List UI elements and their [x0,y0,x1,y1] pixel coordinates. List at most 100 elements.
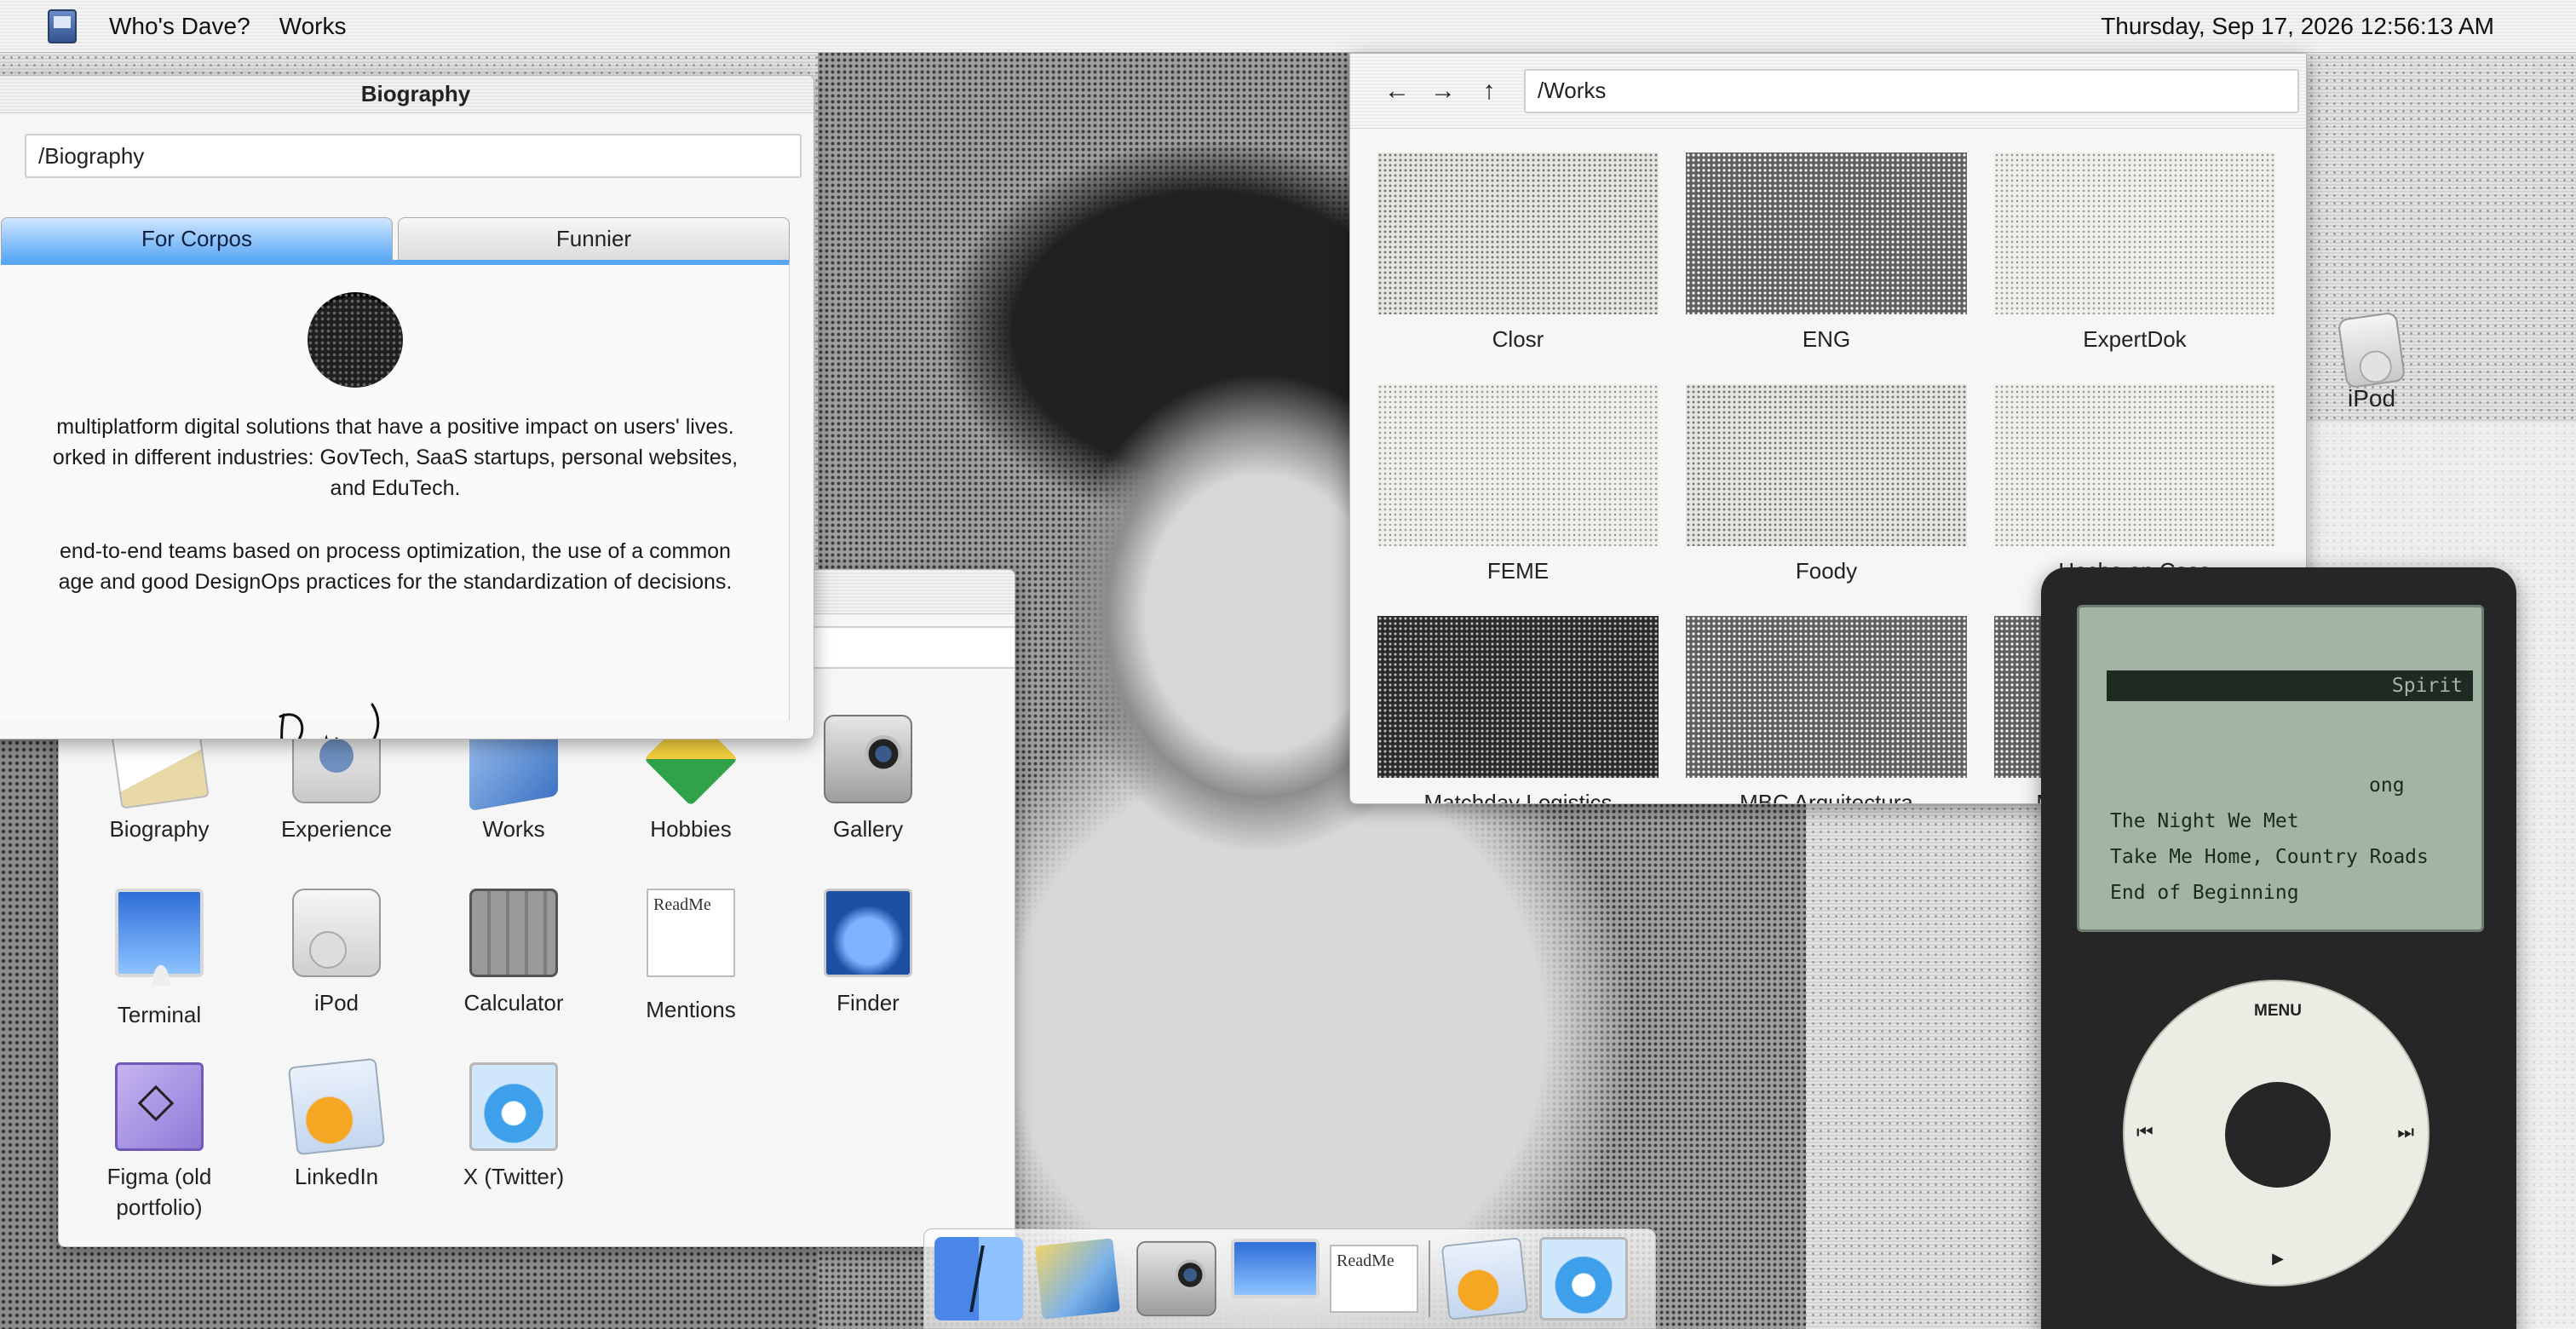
work-thumbnail [1377,616,1659,778]
app-label: Mentions [646,997,736,1022]
biography-tabs: For Corpos Funnier [1,217,790,260]
work-item-eng[interactable]: ENG [1686,152,1967,353]
biography-tab-panel: multiplatform digital solutions that hav… [1,260,790,739]
terminal-icon [115,889,204,986]
biography-titlebar[interactable]: Biography [0,76,814,113]
app-linkedin[interactable]: LinkedIn [248,1057,425,1192]
app-label: Biography [109,816,210,842]
menu-clock: Thursday, Sep 17, 2026 12:56:13 AM [2101,12,2494,39]
tab-funnier[interactable]: Funnier [398,217,790,260]
camera-icon[interactable] [1136,1240,1216,1317]
work-label: ENG [1802,326,1851,352]
ipod-icon [2337,311,2406,389]
app-calculator[interactable]: Calculator [425,889,602,1018]
app-label: Calculator [463,990,564,1015]
menu-whos-dave[interactable]: Who's Dave? [109,13,250,40]
up-arrow-icon[interactable]: ↑ [1466,77,1512,106]
readme-icon[interactable] [1330,1245,1418,1313]
dock [923,1228,1656,1329]
ipod-icon [292,889,381,977]
work-label: Matchday Logistics [1423,790,1613,804]
work-item-closr[interactable]: Closr [1377,152,1659,353]
app-label: Terminal [117,1002,202,1027]
work-item-foody[interactable]: Foody [1686,384,1967,584]
app-label: Gallery [832,816,904,842]
next-track-icon[interactable]: ⏭ [2397,1121,2414,1143]
tab-for-corpos[interactable]: For Corpos [1,217,393,260]
app-ipod[interactable]: iPod [248,889,425,1018]
bio-line: age and good DesignOps practices for the… [58,570,733,594]
work-thumbnail [1686,384,1967,546]
bio-line: orked in different industries: GovTech, … [52,446,739,469]
app-label: X (Twitter) [463,1164,565,1189]
linkedin-icon[interactable] [1440,1237,1529,1320]
twitter-icon [469,1062,558,1151]
work-thumbnail [1686,152,1967,314]
gallery-icon [824,715,912,803]
work-thumbnail [1377,384,1659,546]
play-pause-icon[interactable]: ▶ [2125,1250,2431,1268]
ipod-center-button[interactable] [2225,1082,2331,1188]
work-label: MBC Arquitectura [1739,790,1913,804]
app-x-twitter[interactable]: X (Twitter) [425,1062,602,1192]
signature-image [279,703,380,739]
app-label: Experience [280,816,393,842]
previous-track-icon[interactable]: ⏮ [2136,1121,2153,1143]
desktop-icon-label: iPod [2347,385,2396,411]
biography-path-field[interactable]: /Biography [25,134,802,178]
menu-works[interactable]: Works [279,13,347,40]
window-title: Biography [360,81,471,106]
ipod-selected-song[interactable]: Spirit [2107,670,2473,701]
ipod-click-wheel[interactable]: MENU ⏮ ⏭ ▶ [2123,980,2429,1286]
finder-icon [824,889,912,977]
app-terminal[interactable]: Terminal [71,889,248,1030]
works-path-field[interactable]: /Works [1524,68,2299,113]
biography-window: Biography /Biography For Corpos Funnier … [0,75,814,739]
app-label: LinkedIn [294,1164,379,1189]
bio-line: and EduTech. [330,476,461,500]
ipod-screen: Spirit ong The Night We Met Take Me Home… [2077,605,2484,932]
figma-icon [115,1062,204,1151]
mentions-icon [647,889,735,977]
work-item-hecho-en-casa[interactable]: Hecho en Casa [1994,384,2275,584]
work-thumbnail [1994,384,2275,546]
app-finder[interactable]: Finder [779,889,957,1018]
app-figma-old-portfolio[interactable]: Figma (old portfolio) [71,1062,248,1223]
work-label: ExpertDok [2083,326,2187,352]
work-thumbnail [1994,152,2275,314]
bio-line: multiplatform digital solutions that hav… [56,415,734,439]
work-item-matchday-logistics[interactable]: Matchday Logistics [1377,616,1659,804]
books-icon[interactable] [1034,1238,1121,1320]
finder-icon[interactable] [934,1237,1023,1320]
ipod-song[interactable]: The Night We Met [2110,810,2299,832]
app-label: Works [482,816,545,842]
app-mentions[interactable]: Mentions [602,889,779,1025]
terminal-icon[interactable] [1231,1239,1320,1298]
works-toolbar: ← → ↑ /Works [1350,54,2306,129]
computer-menu-icon[interactable] [48,9,77,43]
ipod-song[interactable]: End of Beginning [2110,882,2299,904]
app-label: Figma (old portfolio) [106,1164,212,1220]
work-item-mbc-arquitectura[interactable]: MBC Arquitectura [1686,616,1967,804]
work-thumbnail [1686,616,1967,778]
ipod-menu-button[interactable]: MENU [2125,1002,2431,1021]
ipod-song[interactable]: Take Me Home, Country Roads [2110,846,2429,868]
work-label: Foody [1795,558,1858,584]
app-label: Finder [837,990,900,1015]
ipod-song[interactable]: ong [2369,774,2405,797]
back-arrow-icon[interactable]: ← [1374,77,1420,106]
work-thumbnail [1377,152,1659,314]
linkedin-icon [287,1057,386,1156]
forward-arrow-icon[interactable]: → [1420,77,1466,106]
work-label: FEME [1486,558,1550,584]
desktop-icon-ipod[interactable]: iPod [2331,311,2412,412]
dock-separator [1429,1240,1430,1317]
work-item-feme[interactable]: FEME [1377,384,1659,584]
app-label: iPod [313,990,359,1015]
calculator-icon [469,889,558,977]
work-item-expertdok[interactable]: ExpertDok [1994,152,2275,353]
bio-line: end-to-end teams based on process optimi… [60,539,731,563]
menu-bar: Who's Dave? Works Thursday, Sep 17, 2026… [0,0,2576,53]
twitter-icon[interactable] [1539,1237,1628,1320]
avatar [308,292,403,388]
